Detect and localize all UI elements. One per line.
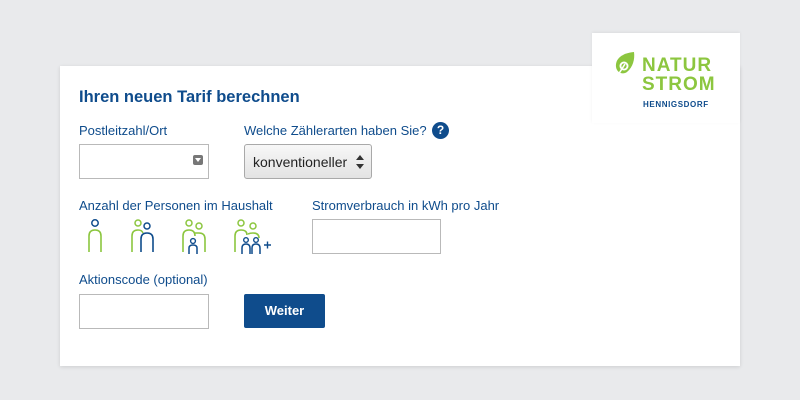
help-icon[interactable]: ? — [432, 122, 449, 139]
logo-line-2: STROM — [642, 74, 716, 95]
meter-type-value: konventioneller — [253, 154, 348, 170]
persons-label: Anzahl der Personen im Haushalt — [79, 198, 273, 213]
next-button[interactable]: Weiter — [244, 294, 325, 328]
logo-wordmark: NATUR STROM — [642, 56, 716, 94]
logo-line-1: NATUR — [642, 55, 713, 76]
promo-code-input[interactable] — [79, 294, 209, 329]
person-1-icon[interactable] — [85, 218, 105, 256]
consumption-label: Stromverbrauch in kWh pro Jahr — [312, 198, 500, 213]
consumption-input[interactable] — [312, 219, 441, 254]
meter-type-label: Welche Zählerarten haben Sie? — [244, 123, 427, 138]
postcode-label: Postleitzahl/Ort — [79, 123, 168, 138]
form-title: Ihren neuen Tarif berechnen — [79, 88, 300, 106]
naturstrom-logo: NATUR STROM HENNIGSDORF — [614, 50, 724, 112]
chevron-down-icon — [193, 155, 203, 165]
persons-3-icon[interactable] — [181, 218, 207, 256]
updown-arrows-icon — [356, 155, 364, 169]
persons-2-icon[interactable] — [130, 218, 156, 256]
promo-code-label: Aktionscode (optional) — [79, 272, 208, 287]
persons-4-plus-icon[interactable] — [233, 218, 273, 256]
logo-subtitle: HENNIGSDORF — [643, 100, 709, 109]
leaf-icon — [615, 52, 635, 76]
postcode-input[interactable] — [79, 144, 209, 179]
meter-type-select[interactable]: konventioneller — [244, 144, 372, 179]
